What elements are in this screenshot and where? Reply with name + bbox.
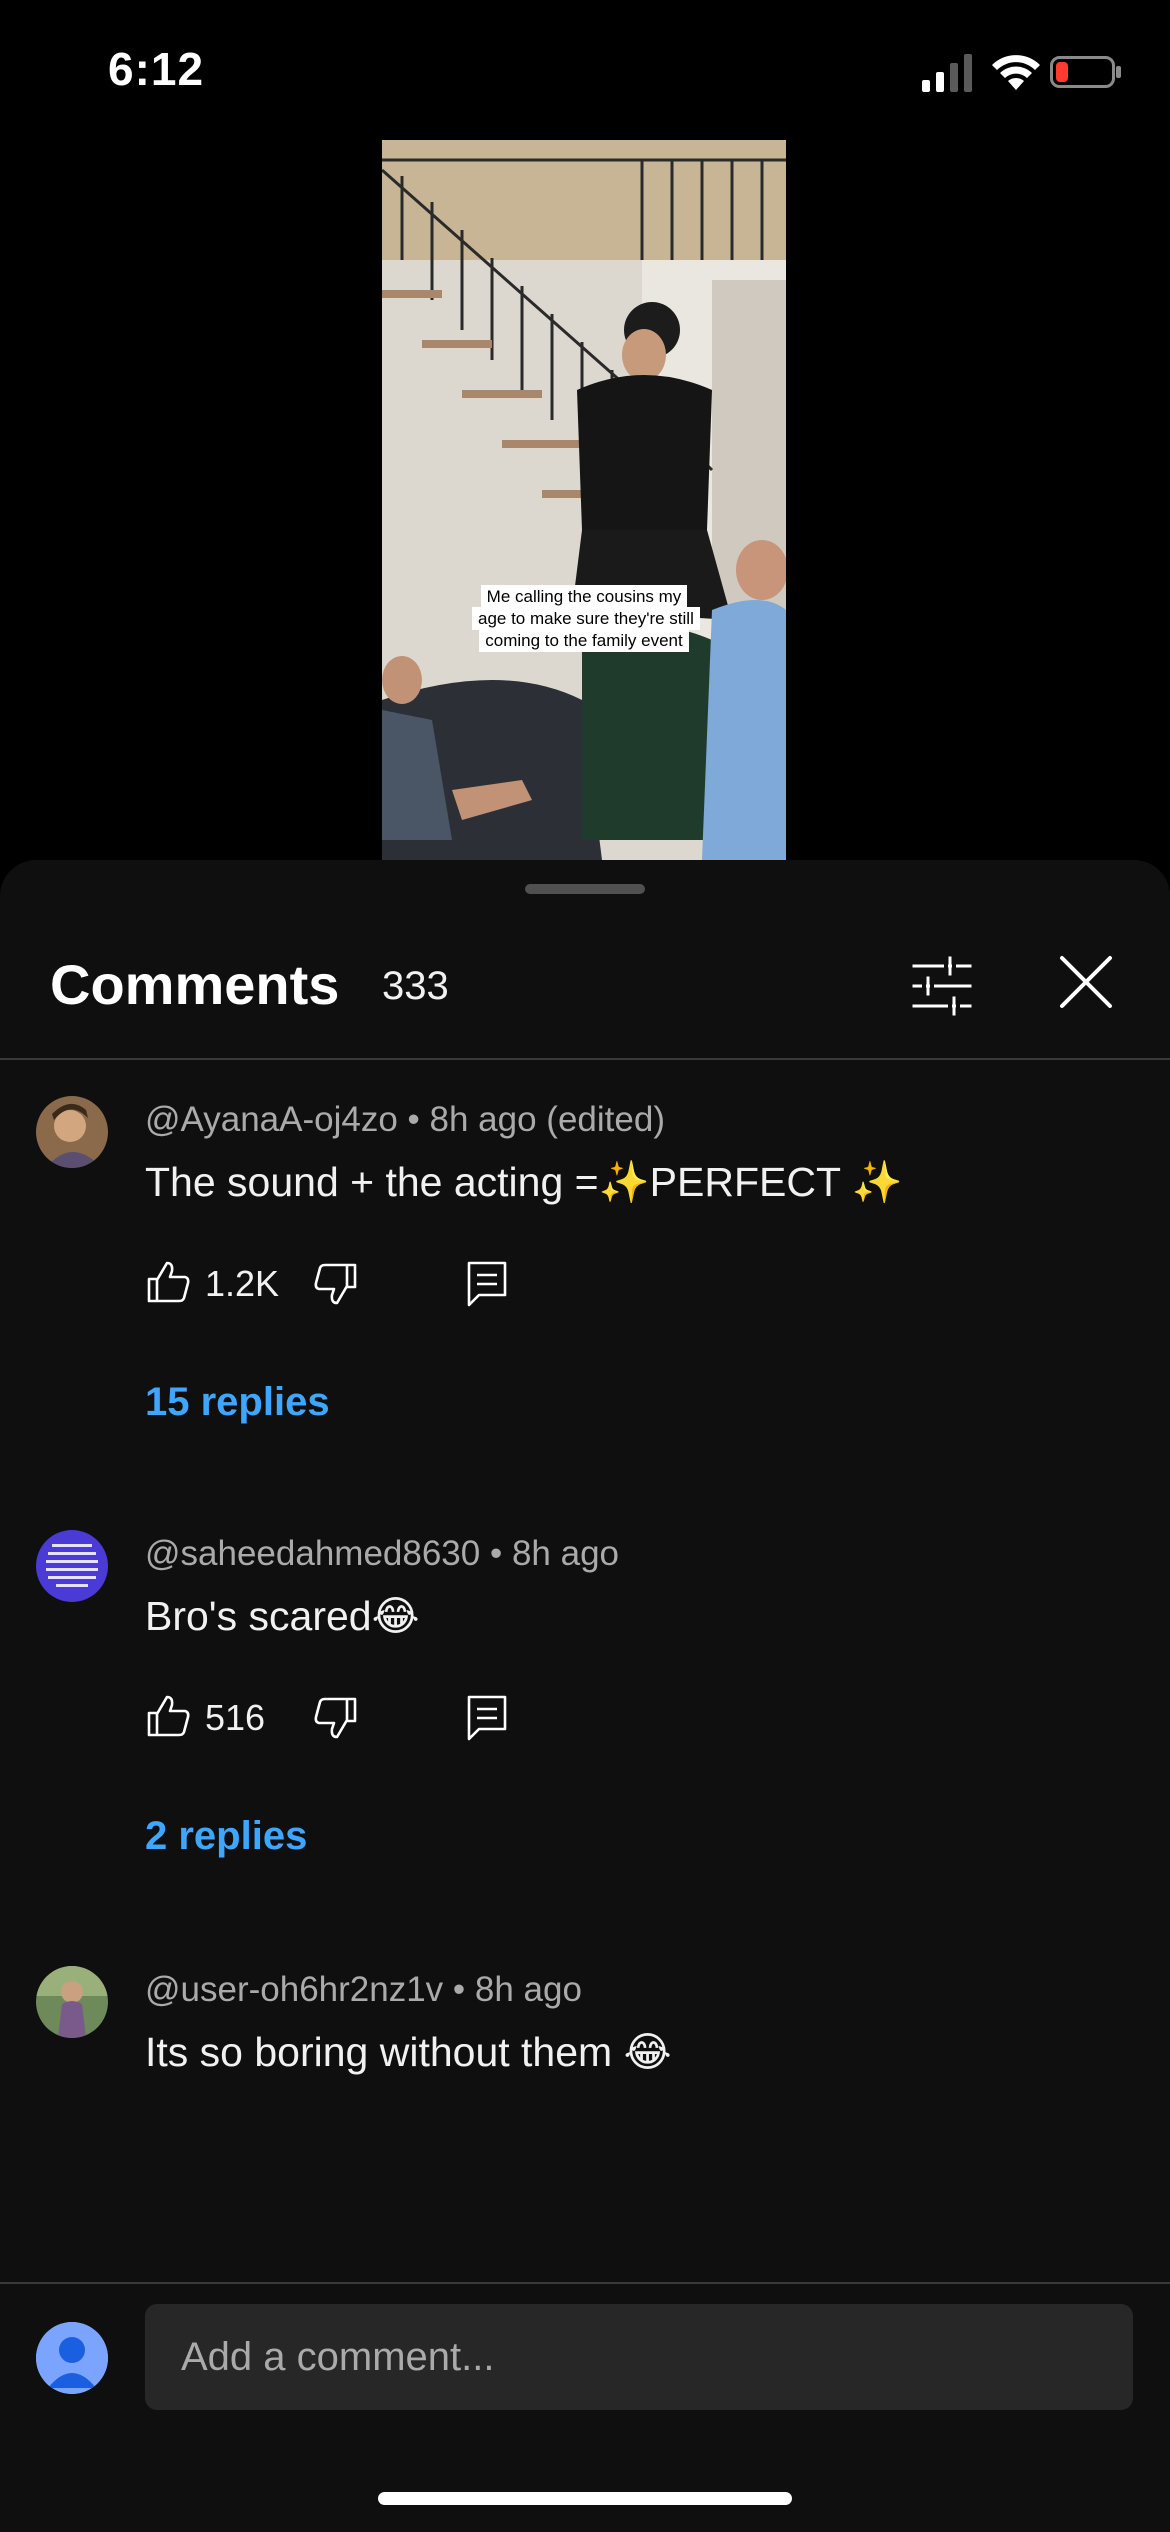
wifi-icon xyxy=(992,55,1040,90)
video-caption: Me calling the cousins my age to make su… xyxy=(472,585,700,652)
avatar[interactable] xyxy=(36,1096,108,1168)
comment-time: 8h ago xyxy=(474,1970,582,2009)
like-count: 1.2K xyxy=(205,1263,280,1304)
comments-header: Comments 333 xyxy=(0,860,1170,1060)
comments-title: Comments xyxy=(50,953,340,1016)
separator-dot: • xyxy=(452,1970,475,2009)
filter-sliders-icon[interactable] xyxy=(910,954,974,1018)
cellular-signal-icon xyxy=(922,54,972,92)
comment-author[interactable]: @saheedahmed8630 xyxy=(145,1534,480,1573)
avatar-image xyxy=(36,1530,108,1602)
user-avatar-icon xyxy=(36,2322,108,2394)
comment-meta: @saheedahmed8630 • 8h ago xyxy=(145,1534,619,1574)
comment-actions: 1.2K xyxy=(145,1255,645,1311)
bottom-divider xyxy=(0,2282,1170,2284)
comment-author[interactable]: @AyanaA-oj4zo xyxy=(145,1100,398,1139)
video-caption-text: Me calling the cousins my age to make su… xyxy=(472,585,700,652)
comment-author[interactable]: @user-oh6hr2nz1v xyxy=(145,1970,443,2009)
avatar-image xyxy=(36,1966,108,2038)
status-bar: 6:12 xyxy=(0,0,1170,140)
comment-text: Its so boring without them 😂 Than you ha… xyxy=(145,2029,672,2075)
comments-sheet: Comments 333 @AyanaA-oj4zo • 8h ago (edi… xyxy=(0,860,1170,2532)
video-frame xyxy=(382,140,786,860)
comment-time: 8h ago (edited) xyxy=(429,1100,665,1139)
comment-list[interactable]: @AyanaA-oj4zo • 8h ago (edited) The soun… xyxy=(0,1060,1170,2142)
battery-low-icon xyxy=(1050,56,1121,88)
add-comment-input[interactable]: Add a comment... xyxy=(145,2304,1133,2410)
comment-text: The sound + the acting =✨PERFECT ✨ xyxy=(145,1159,903,1205)
video-player[interactable]: Me calling the cousins my age to make su… xyxy=(382,140,786,860)
status-time: 6:12 xyxy=(108,43,205,95)
avatar[interactable] xyxy=(36,1966,108,2038)
reply-comment-icon[interactable] xyxy=(465,1693,509,1741)
thumbs-up-icon[interactable] xyxy=(145,1693,191,1739)
comment-text: Bro's scared😂 xyxy=(145,1593,420,1639)
separator-dot: • xyxy=(407,1100,430,1139)
close-icon[interactable] xyxy=(1056,952,1116,1012)
home-indicator[interactable] xyxy=(378,2492,792,2505)
thumbs-down-icon[interactable] xyxy=(313,1695,359,1741)
comment-time: 8h ago xyxy=(511,1534,620,1573)
reply-comment-icon[interactable] xyxy=(465,1259,509,1307)
avatar[interactable] xyxy=(36,1530,108,1602)
user-avatar[interactable] xyxy=(36,2322,108,2394)
like-count: 516 xyxy=(205,1697,266,1738)
comment-meta: @AyanaA-oj4zo • 8h ago (edited) xyxy=(145,1100,665,1140)
thumbs-up-icon[interactable] xyxy=(145,1259,191,1305)
comments-count: 333 xyxy=(382,964,449,1008)
replies-link[interactable]: 2 replies xyxy=(145,1814,307,1859)
comment-meta: @user-oh6hr2nz1v • 8h ago xyxy=(145,1970,582,2010)
separator-dot: • xyxy=(489,1534,512,1573)
thumbs-down-icon[interactable] xyxy=(313,1261,359,1307)
comment-actions: 516 xyxy=(145,1689,645,1745)
replies-link[interactable]: 15 replies xyxy=(145,1380,330,1425)
avatar-image xyxy=(36,1096,108,1168)
